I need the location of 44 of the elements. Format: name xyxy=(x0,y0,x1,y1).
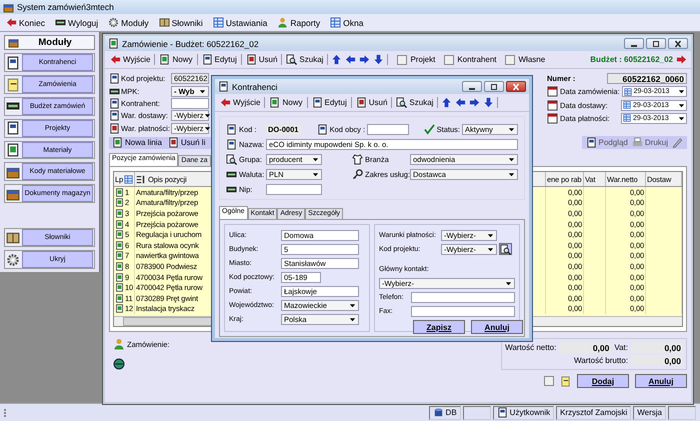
toolbar-button[interactable]: Nowa linia xyxy=(111,137,163,148)
field-label: Vat: xyxy=(614,343,628,352)
status-cell: Wersja xyxy=(633,406,666,420)
field-label: Wartość brutto: xyxy=(573,356,628,365)
status-cell: DB xyxy=(428,406,461,420)
toolbar-button[interactable]: Nowy xyxy=(268,97,304,108)
toolbar-button[interactable]: Szukaj xyxy=(395,97,434,108)
budget-label: Budżet : 60522162_02 xyxy=(590,55,673,64)
menu-item[interactable]: Słowniki xyxy=(156,17,205,28)
checkbox-label: Własne xyxy=(518,55,546,64)
checkbox-label: Kontrahent xyxy=(457,55,496,64)
window-title: Kontrahenci xyxy=(232,82,278,92)
status-cell: Krzysztof Zamojski xyxy=(556,406,632,420)
window-title: Zamówienie - Budżet: 60522162_02 xyxy=(122,38,259,48)
dialog-button[interactable]: Zapisz xyxy=(413,320,465,334)
app-title: System zamówień3mtech xyxy=(17,2,114,12)
total-field: 0,00 xyxy=(631,342,683,353)
toolbar-button[interactable]: Usuń xyxy=(354,97,388,108)
toolbar-button[interactable]: Wyjście xyxy=(109,54,152,65)
toolbar-button[interactable]: Podgląd xyxy=(586,136,628,148)
dialog-button[interactable]: Dodaj xyxy=(577,374,629,388)
toolbar-button[interactable]: Szukaj xyxy=(285,54,324,65)
menu-item[interactable]: Ustawiania xyxy=(210,17,270,28)
field-label: Wartość netto: xyxy=(505,343,556,352)
toolbar-button[interactable]: Edytuj xyxy=(200,54,238,65)
total-field: 0,00 xyxy=(559,342,612,353)
dialog-button[interactable]: Anuluj xyxy=(471,320,523,334)
toolbar-button[interactable]: Usuń li xyxy=(166,137,206,148)
checkbox-label: Projekt xyxy=(410,55,436,64)
menu-item[interactable]: Okna xyxy=(328,17,366,28)
menu-item[interactable]: Raporty xyxy=(275,17,322,28)
menu-item[interactable]: Moduły xyxy=(106,17,151,28)
toolbar-button[interactable]: Nowy xyxy=(158,54,194,65)
dialog-button[interactable]: Anuluj xyxy=(635,374,687,388)
toolbar-button[interactable]: Wyjście xyxy=(219,97,262,108)
menu-item[interactable]: Koniec xyxy=(4,17,47,28)
toolbar-button[interactable]: Drukuj xyxy=(632,136,668,148)
toolbar-button[interactable]: Usuń xyxy=(244,54,278,65)
toolbar-button[interactable]: Edytuj xyxy=(310,97,348,108)
status-cell: Użytkownik xyxy=(492,406,554,420)
panel-header: Moduły xyxy=(4,35,95,50)
number-field: 60522162_0060 xyxy=(607,73,687,84)
total-field: 0,00 xyxy=(631,355,683,366)
menu-item[interactable]: Wyloguj xyxy=(53,17,100,28)
